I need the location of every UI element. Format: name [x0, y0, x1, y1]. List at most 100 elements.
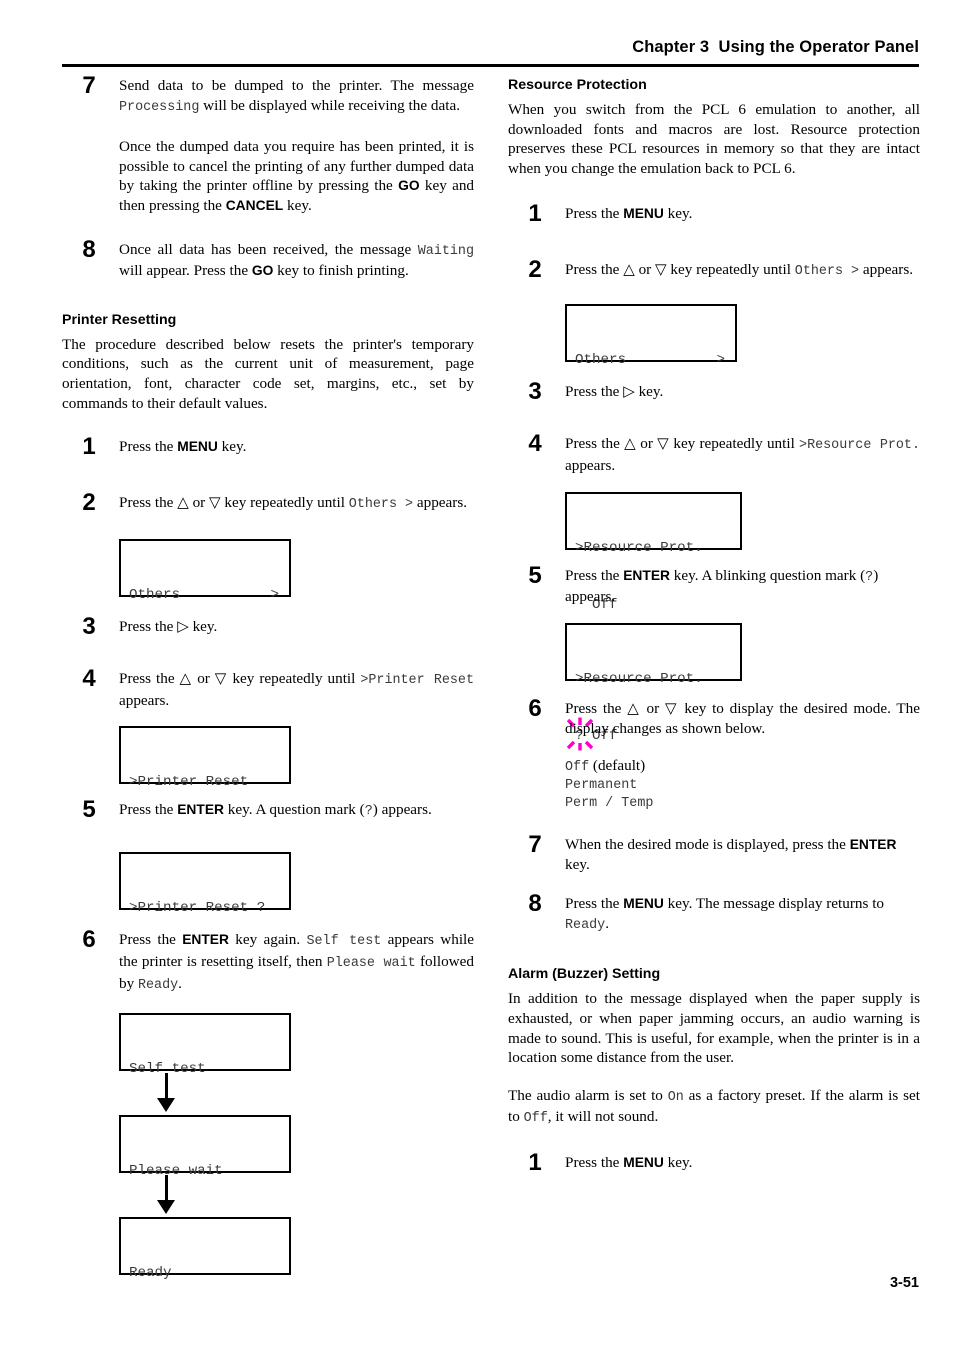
lcd-display-printer-reset-confirm: >Printer Reset ? [119, 852, 291, 916]
step-text-part: key repeatedly until [220, 494, 349, 512]
step-text-part: key. [663, 205, 693, 223]
step-text-part: or [636, 435, 658, 453]
page-footer: 3-51 [62, 1275, 919, 1291]
step-text-part: appears. [565, 456, 616, 474]
triangle-right-icon: ▷ [623, 384, 635, 401]
step-number: 1 [528, 1148, 542, 1176]
step-item-3: 3 Press the ▷ key. [508, 379, 920, 412]
key-enter: ENTER [177, 802, 224, 818]
lcd-message-others: Others > [794, 264, 860, 280]
key-menu: MENU [623, 896, 664, 912]
step-text-part: Press the [565, 261, 624, 279]
lcd-display-others: Others > [119, 539, 291, 603]
step-number: 6 [528, 694, 542, 722]
step-item-5: 5 Press the ENTER key. A question mark (… [62, 796, 474, 830]
key-menu: MENU [177, 439, 218, 455]
step-text: Press the ENTER key again. Self test app… [119, 930, 474, 995]
step-text-part: Press the [565, 435, 625, 453]
down-arrow-icon [119, 1071, 291, 1115]
step-7-note: Once the dumped data you require has bee… [62, 137, 474, 215]
lcd-line-text: Others [129, 587, 181, 604]
down-arrow-icon [119, 1173, 291, 1217]
page-number: 3-51 [889, 1275, 919, 1291]
triangle-up-icon: △ [177, 495, 189, 512]
step-text-part: . [178, 974, 182, 992]
step-text: Send data to be dumped to the printer. T… [119, 76, 474, 117]
step-text-part: Press the [565, 699, 628, 717]
step-badge: 5 [508, 562, 562, 596]
step-badge: 7 [508, 831, 562, 865]
step-text-part: key. A blinking question mark ( [669, 566, 866, 584]
step-text-part: Press the [565, 383, 624, 401]
note-text: Once the dumped data you require has bee… [119, 137, 474, 215]
left-column: 7 Send data to be dumped to the printer.… [62, 73, 474, 1282]
step-text-part: key. [188, 618, 218, 636]
alarm-text-part: , it will not sound. [547, 1108, 659, 1126]
lcd-display-resource-prot: >Resource Prot. Off [565, 491, 742, 613]
step-number: 2 [82, 489, 96, 517]
step-text-part: key again. [228, 931, 307, 949]
step-number: 5 [82, 796, 96, 824]
step-item-4: 4 Press the △ or ▽ key repeatedly until … [62, 666, 474, 710]
lcd-display-others: Others > [565, 304, 737, 368]
key-go: GO [398, 178, 420, 194]
lcd-message-printer-reset: >Printer Reset [360, 673, 474, 689]
step-item-5: 5 Press the ENTER key. A blinking questi… [508, 562, 920, 607]
step-text-part: Press the [565, 566, 624, 584]
key-enter: ENTER [182, 932, 229, 948]
header-rule [62, 64, 919, 67]
step-text: Press the △ or ▽ key to display the desi… [565, 699, 920, 739]
step-number: 4 [528, 430, 542, 458]
step-item-6: 6 Press the △ or ▽ key to display the de… [508, 694, 920, 739]
section-heading-resource-protection: Resource Protection [508, 77, 647, 93]
lcd-message-ready: Ready [565, 917, 606, 933]
triangle-up-icon: △ [179, 671, 193, 688]
step-number: 2 [528, 256, 542, 284]
key-enter: ENTER [849, 836, 897, 852]
mode-option-item: Perm / Temp [565, 793, 920, 811]
lcd-line-text: Others [575, 352, 627, 369]
step-text: Press the △ or ▽ key repeatedly until >P… [119, 669, 474, 710]
triangle-down-icon: ▽ [665, 700, 679, 717]
lcd-message-resource-prot: >Resource Prot. [799, 438, 920, 454]
step-text-part: Press the [119, 438, 178, 456]
step-number: 1 [82, 433, 96, 461]
step-text-part: Once all data has been received, the mes… [119, 240, 418, 258]
step-item-8: 8 Press the MENU key. The message displa… [508, 891, 920, 935]
lcd-message-waiting: Waiting [417, 243, 474, 259]
lcd-line-text: >Resource Prot. [575, 670, 703, 687]
triangle-up-icon: △ [627, 700, 641, 717]
step-text-part: will be displayed while receiving the da… [199, 96, 460, 114]
triangle-right-icon: ▷ [177, 619, 189, 636]
lcd-line-text: >Printer Reset [129, 774, 249, 791]
triangle-up-icon: △ [623, 262, 635, 279]
note-text-part: key. [283, 196, 312, 214]
step-text-part: Press the [565, 1153, 624, 1171]
step-text-part: Press the [119, 494, 178, 512]
lcd-line-text: >Resource Prot. [575, 539, 703, 556]
step-item-1: 1 Press the MENU key. [508, 1148, 920, 1182]
key-enter: ENTER [623, 567, 670, 583]
key-cancel: CANCEL [225, 197, 284, 213]
step-item-1: 1 Press the MENU key. [508, 201, 920, 234]
step-badge: 6 [508, 694, 562, 729]
step-text-part: When the desired mode is displayed, pres… [565, 835, 850, 853]
step-text: Press the ENTER key. A blinking question… [565, 566, 920, 607]
lcd-display-self-test: Self test [119, 1013, 291, 1077]
step-item-4: 4 Press the △ or ▽ key repeatedly until … [508, 430, 920, 475]
step-text-part: key. [634, 383, 664, 401]
step-text-part: key. [217, 438, 247, 456]
step-text: When the desired mode is displayed, pres… [565, 835, 920, 874]
step-item-3: 3 Press the ▷ key. [62, 614, 474, 647]
section-heading-printer-resetting: Printer Resetting [62, 311, 177, 328]
lcd-display-please-wait: Please wait [119, 1115, 291, 1179]
chapter-title: Chapter 3 Using the Operator Panel [632, 38, 919, 56]
triangle-down-icon: ▽ [657, 436, 670, 453]
step-text: Press the MENU key. The message display … [565, 894, 920, 935]
step-text-part: or [640, 699, 666, 717]
step-badge: 3 [62, 614, 116, 647]
step-text-part: key. [565, 855, 590, 873]
step-badge: 2 [62, 489, 116, 523]
step-text-part: . [605, 914, 609, 932]
question-mark-glyph: ? [865, 569, 874, 585]
